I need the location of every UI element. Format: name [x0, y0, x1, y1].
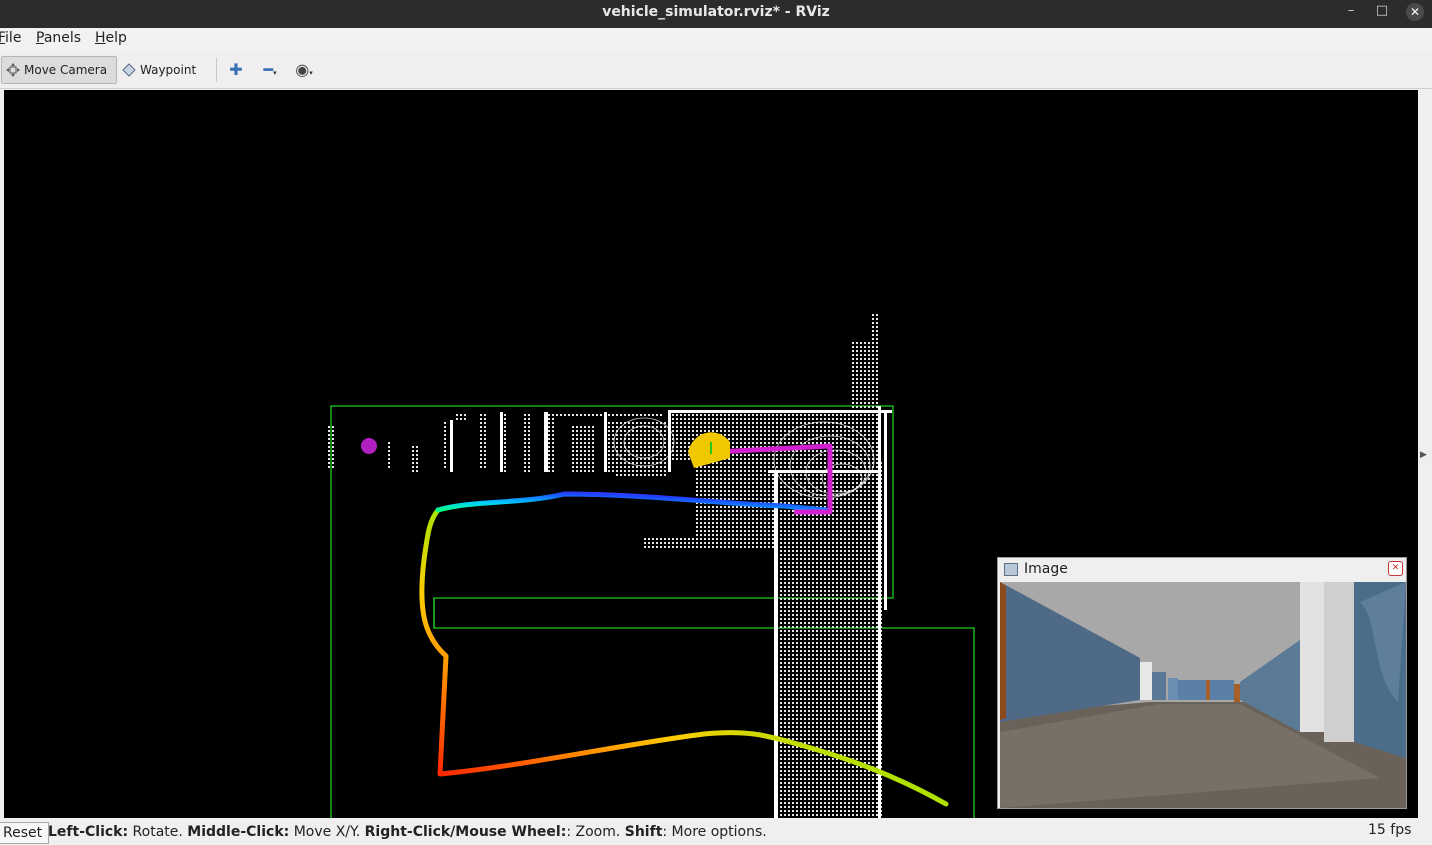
status-hint: Left-Click: Rotate. Middle-Click: Move X… — [48, 824, 767, 840]
waypoint-icon — [122, 63, 136, 77]
move-camera-label: Move Camera — [24, 63, 108, 77]
hint-right-click-action: : Zoom. — [566, 824, 625, 840]
move-camera-icon — [6, 63, 20, 77]
menu-panels-label: anels — [43, 30, 82, 46]
hint-right-click-label: Right-Click/Mouse Wheel: — [364, 824, 567, 840]
menu-panels-mnemonic: P — [36, 30, 44, 46]
image-panel-header: Image — [998, 558, 1406, 580]
menu-panels[interactable]: Panels — [36, 30, 81, 46]
panel-expand-arrow-icon[interactable]: ▶ — [1420, 450, 1427, 460]
status-bar: Reset Left-Click: Rotate. Middle-Click: … — [0, 818, 1432, 845]
image-panel-icon — [1004, 562, 1018, 576]
image-panel-close-icon[interactable]: ✕ — [1388, 561, 1403, 576]
toolbar-separator — [216, 58, 217, 82]
image-panel-title: Image — [1024, 561, 1068, 577]
add-tool-icon[interactable]: ✚ — [222, 60, 250, 80]
fps-readout: 15 fps — [1368, 822, 1412, 838]
camera-scene — [1000, 582, 1406, 808]
goal-marker — [361, 438, 377, 454]
window-title: vehicle_simulator.rviz* - RViz — [602, 4, 830, 20]
hint-middle-click-label: Middle-Click: — [187, 824, 290, 840]
remove-tool-icon[interactable]: ━▾ — [256, 60, 284, 80]
menu-file[interactable]: File — [0, 30, 21, 46]
menu-file-label: ile — [5, 30, 22, 46]
camera-image — [1000, 582, 1406, 808]
hint-left-click-action: Rotate. — [128, 824, 188, 840]
minimize-icon[interactable]: – — [1337, 0, 1365, 24]
maximize-icon[interactable]: □ — [1368, 0, 1396, 24]
hint-shift-action: : More options. — [662, 824, 767, 840]
reset-button[interactable]: Reset — [0, 822, 50, 844]
close-icon[interactable]: ✕ — [1406, 3, 1424, 21]
menu-help[interactable]: Help — [95, 30, 127, 46]
hint-middle-click-action: Move X/Y. — [289, 824, 365, 840]
hint-shift-label: Shift — [624, 824, 663, 840]
hint-left-click-label: Left-Click: — [48, 824, 129, 840]
view-eye-icon[interactable]: ◉▾ — [290, 60, 318, 80]
waypoint-label: Waypoint — [140, 63, 197, 77]
tool-bar: Move Camera Waypoint ✚ ━▾ ◉▾ — [0, 50, 1432, 89]
menu-help-mnemonic: H — [95, 30, 106, 46]
menu-bar: File Panels Help — [0, 28, 1432, 50]
image-panel[interactable]: Image ✕ — [997, 557, 1407, 809]
move-camera-button[interactable]: Move Camera — [1, 56, 117, 84]
menu-help-label: elp — [105, 30, 127, 46]
window-title-bar: vehicle_simulator.rviz* - RViz – □ ✕ — [0, 0, 1432, 28]
waypoint-button[interactable]: Waypoint — [118, 56, 208, 84]
vehicle-axis — [710, 442, 712, 454]
